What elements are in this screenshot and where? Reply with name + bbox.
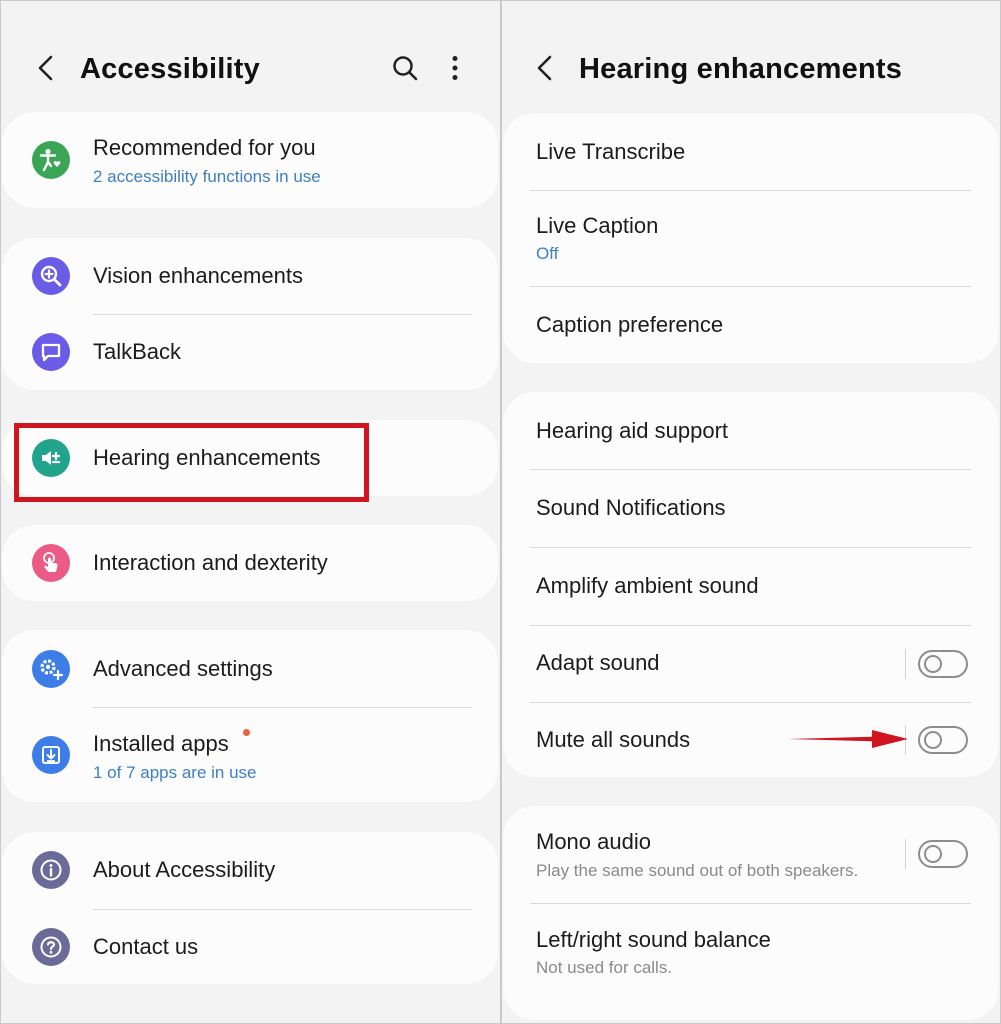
back-button[interactable] <box>28 50 64 86</box>
toggle-knob <box>924 731 942 749</box>
row-hearing-enhancements[interactable]: Hearing enhancements <box>2 420 498 496</box>
row-mute-all-sounds[interactable]: Mute all sounds <box>503 703 999 777</box>
hand-tap-icon <box>32 544 70 582</box>
row-title: Vision enhancements <box>93 263 303 288</box>
row-live-transcribe[interactable]: Live Transcribe <box>503 113 999 190</box>
chevron-left-icon <box>537 55 552 81</box>
row-contact-us[interactable]: Contact us <box>2 910 498 984</box>
page-title: Hearing enhancements <box>579 53 903 85</box>
row-talkback[interactable]: TalkBack <box>2 315 498 390</box>
toggle-divider <box>905 839 906 869</box>
download-icon <box>32 736 70 774</box>
row-interaction-and-dexterity[interactable]: Interaction and dexterity <box>2 525 498 601</box>
card-captions: Live Transcribe Live Caption Off Caption… <box>503 113 999 363</box>
row-hearing-aid-support[interactable]: Hearing aid support <box>503 392 999 469</box>
info-icon <box>32 851 70 889</box>
hearing-enhancements-screen: Hearing enhancements Live Transcribe Liv… <box>502 0 1001 1024</box>
row-caption-preference[interactable]: Caption preference <box>503 287 999 363</box>
row-recommended-for-you[interactable]: Recommended for you 2 accessibility func… <box>2 112 498 208</box>
header: Accessibility <box>0 36 500 100</box>
chevron-left-icon <box>38 55 53 81</box>
card-hearing: Hearing enhancements <box>2 420 498 496</box>
search-icon <box>393 56 418 81</box>
card-advanced: Advanced settings Installed apps 1 of 7 … <box>2 630 498 802</box>
mono-audio-toggle[interactable] <box>918 840 968 868</box>
speaker-plus-icon <box>32 439 70 477</box>
row-amplify-ambient-sound[interactable]: Amplify ambient sound <box>503 548 999 625</box>
row-title: Hearing aid support <box>536 418 729 443</box>
more-options-button[interactable] <box>439 52 471 84</box>
row-title: Recommended for you <box>93 135 316 160</box>
row-live-caption[interactable]: Live Caption Off <box>503 191 999 286</box>
more-vertical-icon <box>452 56 458 80</box>
gear-plus-icon <box>32 650 70 688</box>
row-title: Installed apps <box>93 731 229 756</box>
card-audio: Mono audio Play the same sound out of bo… <box>503 806 999 1020</box>
card-about: About Accessibility Contact us <box>2 832 498 984</box>
row-title: TalkBack <box>93 339 182 364</box>
row-title: Live Caption <box>536 213 659 238</box>
row-subtitle: Off <box>536 244 559 263</box>
row-advanced-settings[interactable]: Advanced settings <box>2 630 498 707</box>
row-subtitle: 1 of 7 apps are in use <box>93 763 257 782</box>
row-adapt-sound[interactable]: Adapt sound <box>503 626 999 702</box>
toggle-knob <box>924 845 942 863</box>
back-button[interactable] <box>527 50 563 86</box>
accessibility-person-icon <box>32 141 70 179</box>
accessibility-screen: Accessibility Recommended for you 2 acce… <box>0 0 500 1024</box>
row-about-accessibility[interactable]: About Accessibility <box>2 832 498 909</box>
row-title: Caption preference <box>536 312 724 337</box>
mute-all-sounds-toggle[interactable] <box>918 726 968 754</box>
toggle-knob <box>924 655 942 673</box>
row-title: Left/right sound balance <box>536 927 771 952</box>
row-installed-apps[interactable]: Installed apps 1 of 7 apps are in use <box>2 708 498 802</box>
row-subtitle: Play the same sound out of both speakers… <box>536 861 859 880</box>
notification-dot <box>243 729 250 736</box>
row-subtitle: 2 accessibility functions in use <box>93 167 321 186</box>
card-recommended: Recommended for you 2 accessibility func… <box>2 112 498 208</box>
header: Hearing enhancements <box>502 36 1001 100</box>
row-title: Mono audio <box>536 829 651 854</box>
row-title: Amplify ambient sound <box>536 573 759 598</box>
adapt-sound-toggle[interactable] <box>918 650 968 678</box>
card-interaction: Interaction and dexterity <box>2 525 498 601</box>
card-sound: Hearing aid support Sound Notifications … <box>503 392 999 777</box>
row-vision-enhancements[interactable]: Vision enhancements <box>2 238 498 314</box>
row-subtitle: Not used for calls. <box>536 958 673 977</box>
toggle-divider <box>905 649 906 679</box>
row-title: Hearing enhancements <box>93 445 321 470</box>
row-title: Interaction and dexterity <box>93 550 328 575</box>
magnifier-plus-icon <box>32 257 70 295</box>
row-sound-notifications[interactable]: Sound Notifications <box>503 470 999 547</box>
row-mono-audio[interactable]: Mono audio Play the same sound out of bo… <box>503 806 999 903</box>
row-left-right-sound-balance[interactable]: Left/right sound balance Not used for ca… <box>503 904 999 999</box>
search-button[interactable] <box>389 52 421 84</box>
speech-bubble-icon <box>32 333 70 371</box>
row-title: Contact us <box>93 934 199 959</box>
card-vision: Vision enhancements TalkBack <box>2 238 498 390</box>
page-title: Accessibility <box>80 53 260 85</box>
row-title: Advanced settings <box>93 656 273 681</box>
row-title: Live Transcribe <box>536 139 686 164</box>
row-title: Mute all sounds <box>536 727 691 752</box>
red-arrow-annotation <box>788 730 908 748</box>
row-title: Adapt sound <box>536 650 660 675</box>
question-icon <box>32 928 70 966</box>
row-title: About Accessibility <box>93 857 276 882</box>
row-title: Sound Notifications <box>536 495 726 520</box>
